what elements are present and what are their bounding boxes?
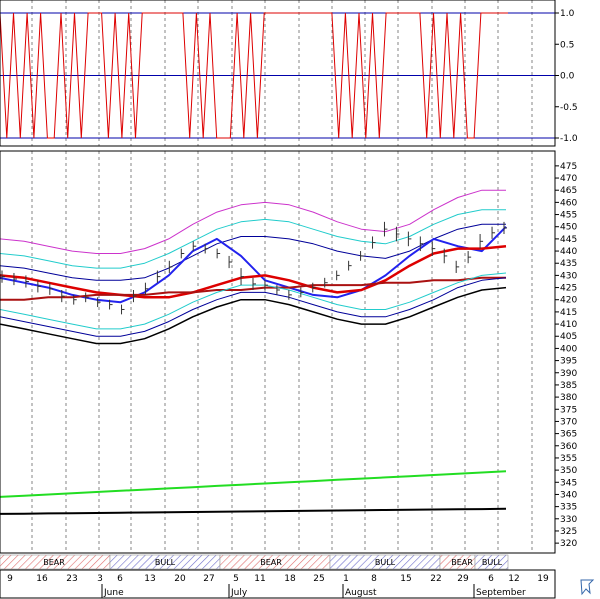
y-tick-label: 475 <box>560 162 577 172</box>
y-tick-label: 1.0 <box>560 9 575 19</box>
price-y-axis: 475 470 465 460 455 450 445 440 435 430 425 420 415 4… <box>555 162 577 549</box>
day-label: 8 <box>371 574 377 584</box>
month-label: June <box>103 588 124 598</box>
y-tick-label: 445 <box>560 235 577 245</box>
price-series-line <box>0 225 507 304</box>
y-tick-label: 325 <box>560 527 577 537</box>
y-tick-label: 380 <box>560 393 577 403</box>
y-tick-label: 0.5 <box>560 40 574 50</box>
day-label: 19 <box>537 574 549 584</box>
y-tick-label: 460 <box>560 198 577 208</box>
y-tick-label: 395 <box>560 357 577 367</box>
day-label: 6 <box>117 574 123 584</box>
phase-label: BEAR <box>451 558 473 567</box>
phase-label: BULL <box>155 558 176 567</box>
day-label: 18 <box>284 574 296 584</box>
cursor-icon[interactable] <box>580 579 595 596</box>
day-label: 23 <box>66 574 77 584</box>
y-tick-label: -1.0 <box>560 134 578 144</box>
day-label: 27 <box>203 574 214 584</box>
y-tick-label: 385 <box>560 381 577 391</box>
phase-label: BULL <box>482 558 503 567</box>
indicator-y-axis: 1.0 0.5 0.0 -0.5 -1.0 <box>555 9 578 144</box>
y-tick-label: 365 <box>560 430 577 440</box>
day-label: 5 <box>233 574 239 584</box>
day-label: 9 <box>7 574 13 584</box>
price-series-line <box>0 470 507 498</box>
month-label: July <box>230 588 248 598</box>
month-label: August <box>345 588 377 598</box>
day-label: 6 <box>488 574 494 584</box>
day-label: 3 <box>97 574 103 584</box>
chart-svg: 1.00.50.0-0.5-1.0 4754704654604554504454… <box>0 0 595 599</box>
y-tick-label: 360 <box>560 442 577 452</box>
day-label: 11 <box>254 574 265 584</box>
day-label: 13 <box>144 574 155 584</box>
date-axis-frame <box>0 569 556 599</box>
y-tick-label: 435 <box>560 259 577 269</box>
day-label: 15 <box>400 574 411 584</box>
day-label: 20 <box>174 574 186 584</box>
price-series-line <box>0 209 506 269</box>
y-tick-label: 0.0 <box>560 72 575 82</box>
y-tick-label: -0.5 <box>560 103 578 113</box>
phase-band: BEAR BULL BEAR BULL BEAR BULL <box>0 554 509 570</box>
y-tick-label: 375 <box>560 405 577 415</box>
y-tick-label: 400 <box>560 344 577 354</box>
y-tick-label: 330 <box>560 515 577 525</box>
y-tick-label: 335 <box>560 503 577 513</box>
y-tick-label: 465 <box>560 186 577 196</box>
y-tick-label: 405 <box>560 332 577 342</box>
price-grid <box>31 151 533 553</box>
indicator-frame <box>0 0 556 147</box>
y-tick-label: 470 <box>560 174 577 184</box>
indicator-lines <box>0 12 555 139</box>
month-label: September <box>476 588 526 598</box>
y-tick-label: 415 <box>560 308 577 318</box>
y-tick-label: 455 <box>560 211 577 221</box>
y-tick-label: 320 <box>560 539 577 549</box>
y-tick-label: 450 <box>560 223 577 233</box>
y-tick-label: 420 <box>560 296 577 306</box>
phase-label: BEAR <box>43 558 65 567</box>
date-axis: 9 16 23 3 6 13 20 27 5 11 18 25 1 8 15 22 29 6 12 19June Jul… <box>0 569 556 599</box>
phase-label: BULL <box>375 558 396 567</box>
day-label: 25 <box>313 574 324 584</box>
phase-label: BEAR <box>260 558 282 567</box>
y-tick-label: 340 <box>560 490 577 500</box>
price-series-line <box>0 223 506 281</box>
day-label: 16 <box>36 574 48 584</box>
day-label: 12 <box>508 574 519 584</box>
y-tick-label: 440 <box>560 247 577 257</box>
day-label: 29 <box>457 574 469 584</box>
day-label: 1 <box>343 574 349 584</box>
price-series-line <box>0 189 506 254</box>
y-tick-label: 345 <box>560 478 577 488</box>
y-tick-label: 430 <box>560 271 577 281</box>
price-series <box>0 189 507 515</box>
y-tick-label: 410 <box>560 320 577 330</box>
y-tick-label: 350 <box>560 466 577 476</box>
price-series-line <box>0 507 507 515</box>
y-tick-label: 355 <box>560 454 577 464</box>
day-label: 22 <box>430 574 441 584</box>
y-tick-label: 370 <box>560 417 577 427</box>
y-tick-label: 390 <box>560 369 577 379</box>
y-tick-label: 425 <box>560 284 577 294</box>
